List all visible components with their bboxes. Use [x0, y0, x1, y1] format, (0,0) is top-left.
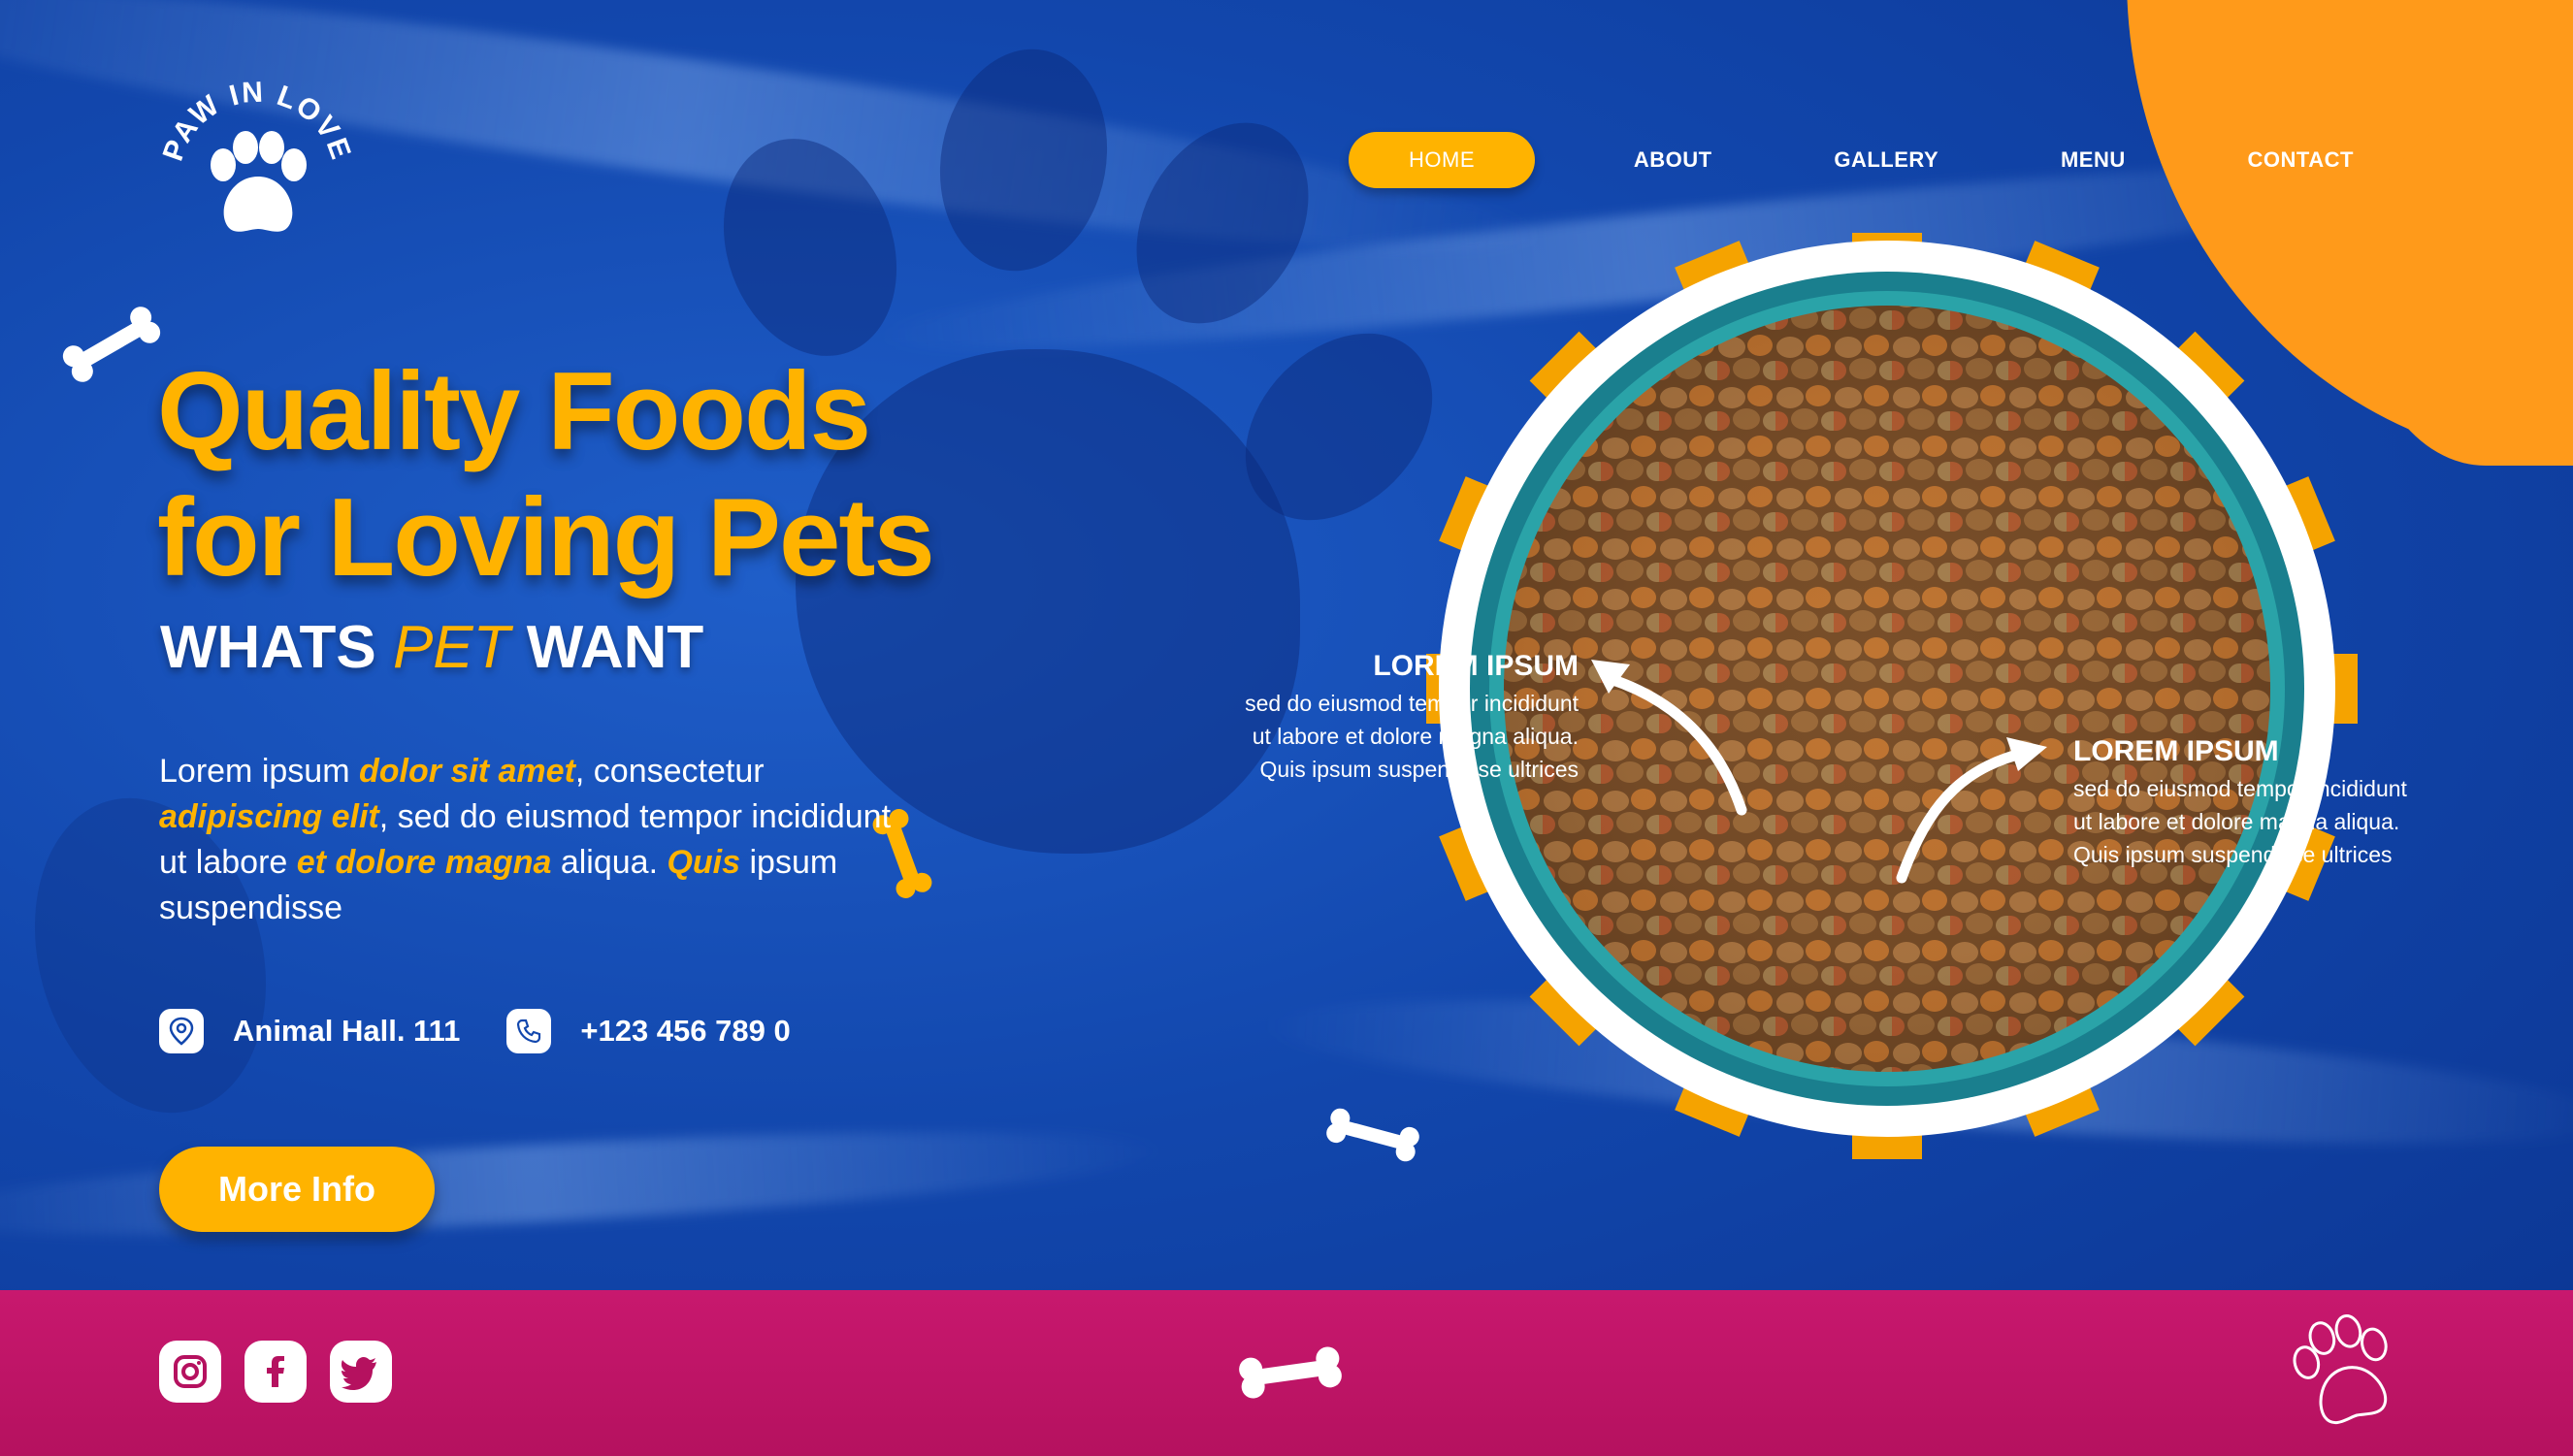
- callout-line: sed do eiusmod tempor incididunt: [1245, 691, 1579, 716]
- hero-headline: Quality Foods for Loving Pets: [157, 349, 935, 601]
- paw-logo-icon: PAW IN LOVE: [157, 77, 355, 232]
- callout-title: LOREM IPSUM: [2073, 735, 2279, 767]
- phone-text[interactable]: +123 456 789 0: [580, 1014, 790, 1049]
- address-text: Animal Hall. 111: [233, 1014, 461, 1048]
- callout-right: LOREM IPSUM sed do eiusmod tempor incidi…: [2073, 735, 2500, 871]
- desc-text: Lorem ipsum: [159, 753, 359, 790]
- callout-line: Quis ipsum suspendisse ultrices: [1259, 757, 1579, 782]
- paw-watermark-toe: [923, 35, 1124, 285]
- instagram-icon[interactable]: [159, 1341, 221, 1403]
- callout-title: LOREM IPSUM: [1373, 650, 1579, 682]
- main-nav: HOME ABOUT GALLERY MENU CONTACT: [1349, 131, 2377, 189]
- nav-contact[interactable]: CONTACT: [2225, 132, 2377, 188]
- nav-gallery[interactable]: GALLERY: [1810, 132, 1962, 188]
- landing-page: PAW IN LOVE HOME ABOUT GALLERY MENU CONT…: [0, 0, 2573, 1456]
- nav-home[interactable]: HOME: [1349, 132, 1535, 188]
- bone-icon: [1326, 1108, 1419, 1162]
- nav-about[interactable]: ABOUT: [1611, 132, 1736, 188]
- hero-subheading: WHATS PET WANT: [160, 613, 703, 682]
- facebook-icon[interactable]: [244, 1341, 307, 1403]
- callout-line: ut labore et dolore magna aliqua.: [1252, 724, 1579, 749]
- desc-text: aliqua.: [551, 844, 668, 881]
- location-pin-icon: [159, 1009, 204, 1053]
- sub-highlight: PET: [392, 614, 510, 681]
- phone-icon[interactable]: [506, 1009, 552, 1053]
- sub-part-1: WHATS: [160, 614, 376, 681]
- headline-line-1: Quality Foods: [157, 350, 871, 473]
- contact-info: Animal Hall. 111 +123 456 789 0: [159, 1009, 791, 1053]
- nav-menu[interactable]: MENU: [2037, 132, 2149, 188]
- paw-outline-icon: [2293, 1314, 2388, 1425]
- callout-line: ut labore et dolore magna aliqua.: [2073, 809, 2400, 834]
- bone-icon: [1239, 1346, 1342, 1399]
- desc-highlight: adipiscing elit: [159, 798, 379, 835]
- sub-part-2: WANT: [526, 614, 704, 681]
- twitter-icon[interactable]: [330, 1341, 392, 1403]
- brand-logo[interactable]: PAW IN LOVE: [155, 68, 359, 252]
- callout-line: Quis ipsum suspendisse ultrices: [2073, 842, 2393, 867]
- bone-icon: [62, 307, 161, 382]
- more-info-button[interactable]: More Info: [159, 1147, 435, 1232]
- headline-line-2: for Loving Pets: [157, 476, 935, 599]
- desc-highlight: dolor sit amet: [358, 753, 575, 790]
- desc-highlight: Quis: [667, 844, 741, 881]
- desc-highlight: et dolore magna: [296, 844, 552, 881]
- hero-description: Lorem ipsum dolor sit amet, consectetur …: [159, 749, 896, 931]
- desc-text: , consectetur: [574, 753, 765, 790]
- callout-line: sed do eiusmod tempor incididunt: [2073, 776, 2407, 801]
- callout-left: LOREM IPSUM sed do eiusmod tempor incidi…: [1176, 650, 1579, 786]
